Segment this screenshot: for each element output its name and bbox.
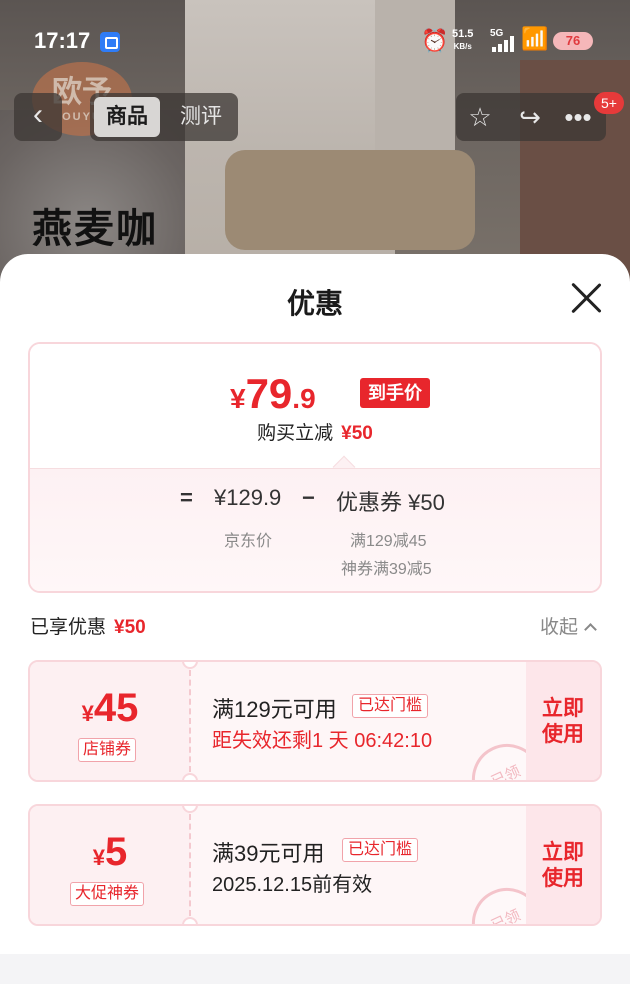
product-title: 燕麦咖	[32, 207, 158, 251]
coupon-card: ¥45 店铺券 满129元可用 已达门槛 距失效还剩1 天 06:42:10 已…	[28, 660, 602, 782]
coupon-amount-currency: ¥	[81, 701, 94, 726]
net-speed-value: 51.5	[452, 28, 474, 40]
use-now-line2: 使用	[542, 867, 584, 890]
back-button[interactable]: ‹	[14, 93, 62, 141]
final-price-tag: 到手价	[360, 378, 430, 408]
price-summary-card: ¥79.9 到手价 购买立减 ¥50 = ¥129.9 − 优惠券 ¥50 京东价…	[28, 342, 602, 593]
jd-price-label: 京东价	[224, 533, 273, 550]
coupon-condition: 满129元可用	[212, 697, 337, 722]
more-button[interactable]: •••	[562, 101, 594, 133]
sheet-bottom-bar	[0, 954, 630, 984]
final-price-decimal: .9	[292, 383, 316, 414]
use-now-line2: 使用	[542, 723, 584, 746]
coupon-status-badge: 已达门槛	[352, 694, 429, 718]
price-breakdown: = ¥129.9 − 优惠券 ¥50 京东价 满129减45 神券满39减5	[30, 468, 600, 591]
minus-sign: −	[302, 485, 315, 510]
more-icon: •••	[564, 102, 592, 132]
instant-discount: 购买立减 ¥50	[30, 418, 600, 445]
jd-price: ¥129.9	[214, 485, 282, 510]
coupon-condition: 满39元可用	[212, 841, 325, 866]
app-notification-icon	[100, 32, 120, 52]
chevron-up-icon	[584, 623, 597, 636]
coupon-detail-2: 神券满39减5	[341, 561, 432, 578]
alarm-icon: ⏰	[421, 28, 449, 53]
message-badge: 5+	[594, 92, 624, 114]
use-now-button[interactable]: 立即 使用	[526, 662, 600, 780]
coupon-type: 店铺券	[78, 738, 137, 762]
use-now-line1: 立即	[542, 841, 584, 864]
discount-sheet: 优惠 ¥79.9 到手价 购买立减 ¥50 = ¥129.9 − 优惠券 ¥50 …	[0, 254, 630, 984]
coupon-total: 优惠券 ¥50	[336, 490, 445, 515]
instant-discount-label: 购买立减	[257, 423, 334, 444]
coupon-amount: ¥5	[30, 830, 190, 875]
coupon-type: 大促神券	[70, 882, 145, 906]
final-price-section: ¥79.9 到手价 购买立减 ¥50	[30, 344, 600, 468]
enjoyed-discount: 已享优惠 ¥50	[30, 612, 146, 639]
coupon-expire: 2025.12.15前有效	[212, 874, 373, 896]
share-button[interactable]: ↪	[514, 101, 546, 133]
waistband-image	[225, 150, 475, 250]
enjoyed-label: 已享优惠	[30, 617, 107, 638]
final-price-integer: 79	[245, 370, 293, 417]
nav-tabs: 商品 测评	[90, 93, 238, 141]
star-icon: ☆	[468, 102, 492, 132]
wifi-icon: 📶	[521, 26, 549, 51]
coupon-notch-bottom	[182, 917, 198, 924]
coupon-expire: 距失效还剩1 天 06:42:10	[212, 730, 433, 752]
coupon-card: ¥5 大促神券 满39元可用 已达门槛 2025.12.15前有效 已领 立即 …	[28, 804, 602, 926]
coupon-status-badge: 已达门槛	[342, 838, 419, 862]
status-time: 17:17	[34, 28, 91, 53]
status-bar: 17:17 ⏰ 51.5 KB/s 5G 📶 76	[0, 0, 630, 84]
instant-discount-amount: ¥50	[341, 423, 373, 444]
collapse-toggle[interactable]: 收起	[540, 612, 597, 639]
enjoyed-amount: ¥50	[114, 617, 146, 638]
coupon-amount-currency: ¥	[92, 845, 105, 870]
net-speed: 51.5 KB/s	[452, 28, 473, 53]
coupon-amount: ¥45	[30, 686, 190, 731]
favorite-button[interactable]: ☆	[464, 101, 496, 133]
battery-icon: 76	[553, 32, 593, 50]
tab-product[interactable]: 商品	[94, 97, 160, 137]
share-icon: ↪	[519, 102, 541, 132]
coupon-notch-bottom	[182, 773, 198, 780]
close-button[interactable]	[568, 280, 604, 316]
signal-icon	[492, 36, 516, 52]
use-now-button[interactable]: 立即 使用	[526, 806, 600, 924]
final-price: ¥79.9	[230, 370, 316, 418]
coupon-detail-1: 满129减45	[350, 533, 427, 550]
tab-review[interactable]: 测评	[168, 97, 234, 137]
collapse-label: 收起	[540, 617, 579, 638]
final-price-currency: ¥	[230, 383, 246, 414]
nav-actions: ☆ ↪ •••	[456, 93, 606, 141]
sheet-title: 优惠	[286, 288, 343, 319]
equals-sign: =	[180, 485, 193, 510]
use-now-line1: 立即	[542, 697, 584, 720]
coupon-amount-value: 45	[93, 686, 139, 730]
coupon-amount-value: 5	[105, 830, 128, 874]
back-icon: ‹	[33, 98, 43, 131]
net-speed-unit: KB/s	[453, 42, 472, 51]
